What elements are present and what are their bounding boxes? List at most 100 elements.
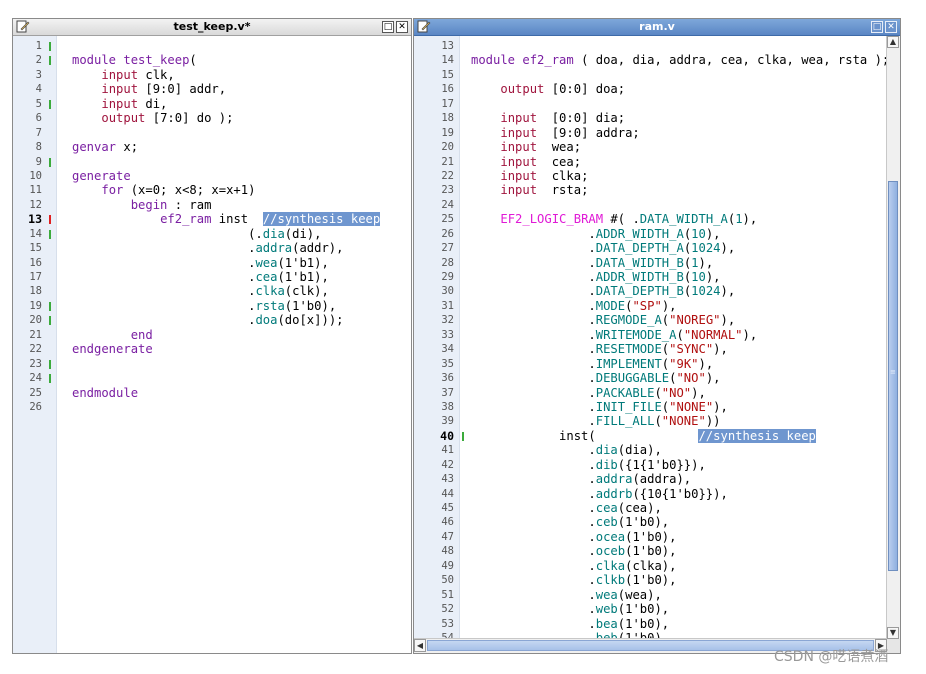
code-token: oceb: [595, 544, 626, 559]
code-line[interactable]: 36 .DEBUGGABLE("NO"),: [414, 371, 887, 385]
maximize-button[interactable]: □: [382, 21, 394, 33]
code-line[interactable]: 49 .clka(clka),: [414, 559, 887, 573]
code-line[interactable]: 20 input wea;: [414, 140, 887, 154]
left-code-editor[interactable]: 1 2 module test_keep(3 input clk, 4 input […: [13, 36, 411, 653]
code-line[interactable]: 23 input rsta;: [414, 183, 887, 197]
code-line[interactable]: 25 EF2_LOGIC_BRAM #( .DATA_WIDTH_A(1),: [414, 212, 887, 226]
code-line[interactable]: 39 .FILL_ALL("NONE")): [414, 414, 887, 428]
code-line[interactable]: 44 .addrb({10{1'b0}}),: [414, 487, 887, 501]
vertical-scrollbar[interactable]: ▲ ≡ ▼: [886, 36, 900, 639]
line-number: 19: [29, 299, 42, 312]
code-line[interactable]: 19 .rsta(1'b0),: [13, 299, 411, 313]
code-text: inst( //synthesis keep: [471, 428, 816, 443]
code-line[interactable]: 50 .clkb(1'b0),: [414, 573, 887, 587]
code-line[interactable]: 6 output [7:0] do );: [13, 111, 411, 125]
code-line[interactable]: 17 .cea(1'b1),: [13, 270, 411, 284]
left-editor-window[interactable]: test_keep.v* □ ✕ 1 2 module test_keep(3 in…: [12, 18, 412, 654]
code-line[interactable]: 16 output [0:0] doa;: [414, 82, 887, 96]
code-line[interactable]: 37 .PACKABLE("NO"),: [414, 386, 887, 400]
line-number: 17: [441, 97, 454, 110]
code-line[interactable]: 40 inst( //synthesis keep: [414, 428, 887, 443]
code-line[interactable]: 5 input di,: [13, 97, 411, 111]
code-line[interactable]: 1: [13, 39, 411, 53]
code-line[interactable]: 24: [414, 198, 887, 212]
code-line[interactable]: 4 input [9:0] addr,: [13, 82, 411, 96]
code-line[interactable]: 23: [13, 357, 411, 371]
left-title-bar[interactable]: test_keep.v* □ ✕: [13, 19, 411, 36]
code-line[interactable]: 26 .ADDR_WIDTH_A(10),: [414, 227, 887, 241]
code-line[interactable]: 34 .RESETMODE("SYNC"),: [414, 342, 887, 356]
code-line[interactable]: 20 .doa(do[x]));: [13, 313, 411, 327]
code-token: "NO": [676, 371, 706, 386]
code-line[interactable]: 53 .bea(1'b0),: [414, 617, 887, 631]
code-line[interactable]: 8 genvar x;: [13, 140, 411, 154]
code-line[interactable]: 31 .MODE("SP"),: [414, 299, 887, 313]
code-line[interactable]: 32 .REGMODE_A("NOREG"),: [414, 313, 887, 327]
code-line[interactable]: 22 input clka;: [414, 169, 887, 183]
code-line[interactable]: 15: [414, 68, 887, 82]
code-line[interactable]: 17: [414, 97, 887, 111]
code-line[interactable]: 48 .oceb(1'b0),: [414, 544, 887, 558]
right-title-bar[interactable]: ram.v □ ✕: [414, 19, 900, 36]
code-line[interactable]: 18 .clka(clk),: [13, 284, 411, 298]
code-token: clkb: [595, 573, 626, 588]
vertical-scroll-thumb[interactable]: ≡: [888, 181, 898, 571]
code-line[interactable]: 12 begin : ram: [13, 198, 411, 212]
scroll-left-arrow-icon[interactable]: ◀: [414, 639, 426, 652]
scroll-up-arrow-icon[interactable]: ▲: [887, 36, 899, 48]
code-line[interactable]: 22 endgenerate: [13, 342, 411, 356]
code-line[interactable]: 16 .wea(1'b1),: [13, 256, 411, 270]
maximize-button[interactable]: □: [871, 21, 883, 33]
close-button[interactable]: ✕: [885, 21, 897, 33]
code-line[interactable]: 15 .addra(addr),: [13, 241, 411, 255]
code-line[interactable]: 47 .ocea(1'b0),: [414, 530, 887, 544]
code-line[interactable]: 28 .DATA_WIDTH_B(1),: [414, 256, 887, 270]
code-token: PACKABLE: [595, 385, 655, 400]
code-line[interactable]: 42 .dib({1{1'b0}}),: [414, 458, 887, 472]
code-line[interactable]: 7: [13, 126, 411, 140]
code-line[interactable]: 52 .web(1'b0),: [414, 602, 887, 616]
code-text: input [9:0] addr,: [72, 82, 226, 96]
scroll-down-arrow-icon[interactable]: ▼: [887, 627, 899, 639]
code-line[interactable]: 13 ef2_ram inst //synthesis keep: [13, 212, 411, 227]
code-line[interactable]: 38 .INIT_FILE("NONE"),: [414, 400, 887, 414]
code-text: .dia(dia),: [471, 443, 661, 457]
code-line[interactable]: 9: [13, 155, 411, 169]
code-line[interactable]: 10 generate: [13, 169, 411, 183]
code-token: addrb: [595, 486, 633, 501]
code-line[interactable]: 21 end: [13, 328, 411, 342]
code-line[interactable]: 14 module ef2_ram ( doa, dia, addra, cea,…: [414, 53, 887, 67]
code-text: .wea(wea),: [471, 588, 661, 602]
code-line[interactable]: 14 (.dia(di),: [13, 227, 411, 241]
line-number: 41: [441, 444, 454, 457]
code-token: module: [72, 53, 117, 68]
right-code-editor[interactable]: 13 14 module ef2_ram ( doa, dia, addra, ce…: [414, 36, 887, 639]
code-line[interactable]: 46 .ceb(1'b0),: [414, 515, 887, 529]
code-line[interactable]: 45 .cea(cea),: [414, 501, 887, 515]
code-line[interactable]: 18 input [0:0] dia;: [414, 111, 887, 125]
code-line[interactable]: 33 .WRITEMODE_A("NORMAL"),: [414, 328, 887, 342]
code-line[interactable]: 24: [13, 371, 411, 385]
code-line[interactable]: 35 .IMPLEMENT("9K"),: [414, 357, 887, 371]
code-line[interactable]: 3 input clk,: [13, 68, 411, 82]
code-line[interactable]: 43 .addra(addra),: [414, 472, 887, 486]
code-line[interactable]: 29 .ADDR_WIDTH_B(10),: [414, 270, 887, 284]
code-line[interactable]: 11 for (x=0; x<8; x=x+1): [13, 183, 411, 197]
code-line[interactable]: 25 endmodule: [13, 386, 411, 400]
code-line[interactable]: 26: [13, 400, 411, 414]
code-text: input clk,: [72, 68, 174, 82]
code-token: (: [676, 327, 684, 342]
code-text: module ef2_ram ( doa, dia, addra, cea, c…: [471, 53, 887, 67]
code-line[interactable]: 19 input [9:0] addra;: [414, 126, 887, 140]
right-editor-window[interactable]: ram.v □ ✕ 13 14 module ef2_ram ( doa, dia,…: [413, 18, 901, 654]
code-line[interactable]: 51 .wea(wea),: [414, 588, 887, 602]
code-line[interactable]: 27 .DATA_DEPTH_A(1024),: [414, 241, 887, 255]
code-line[interactable]: 21 input cea;: [414, 155, 887, 169]
code-line[interactable]: 30 .DATA_DEPTH_B(1024),: [414, 284, 887, 298]
code-line[interactable]: 13: [414, 39, 887, 53]
code-line[interactable]: 2 module test_keep(: [13, 53, 411, 67]
close-button[interactable]: ✕: [396, 21, 408, 33]
code-line[interactable]: 41 .dia(dia),: [414, 443, 887, 457]
code-token: wea: [255, 255, 278, 270]
